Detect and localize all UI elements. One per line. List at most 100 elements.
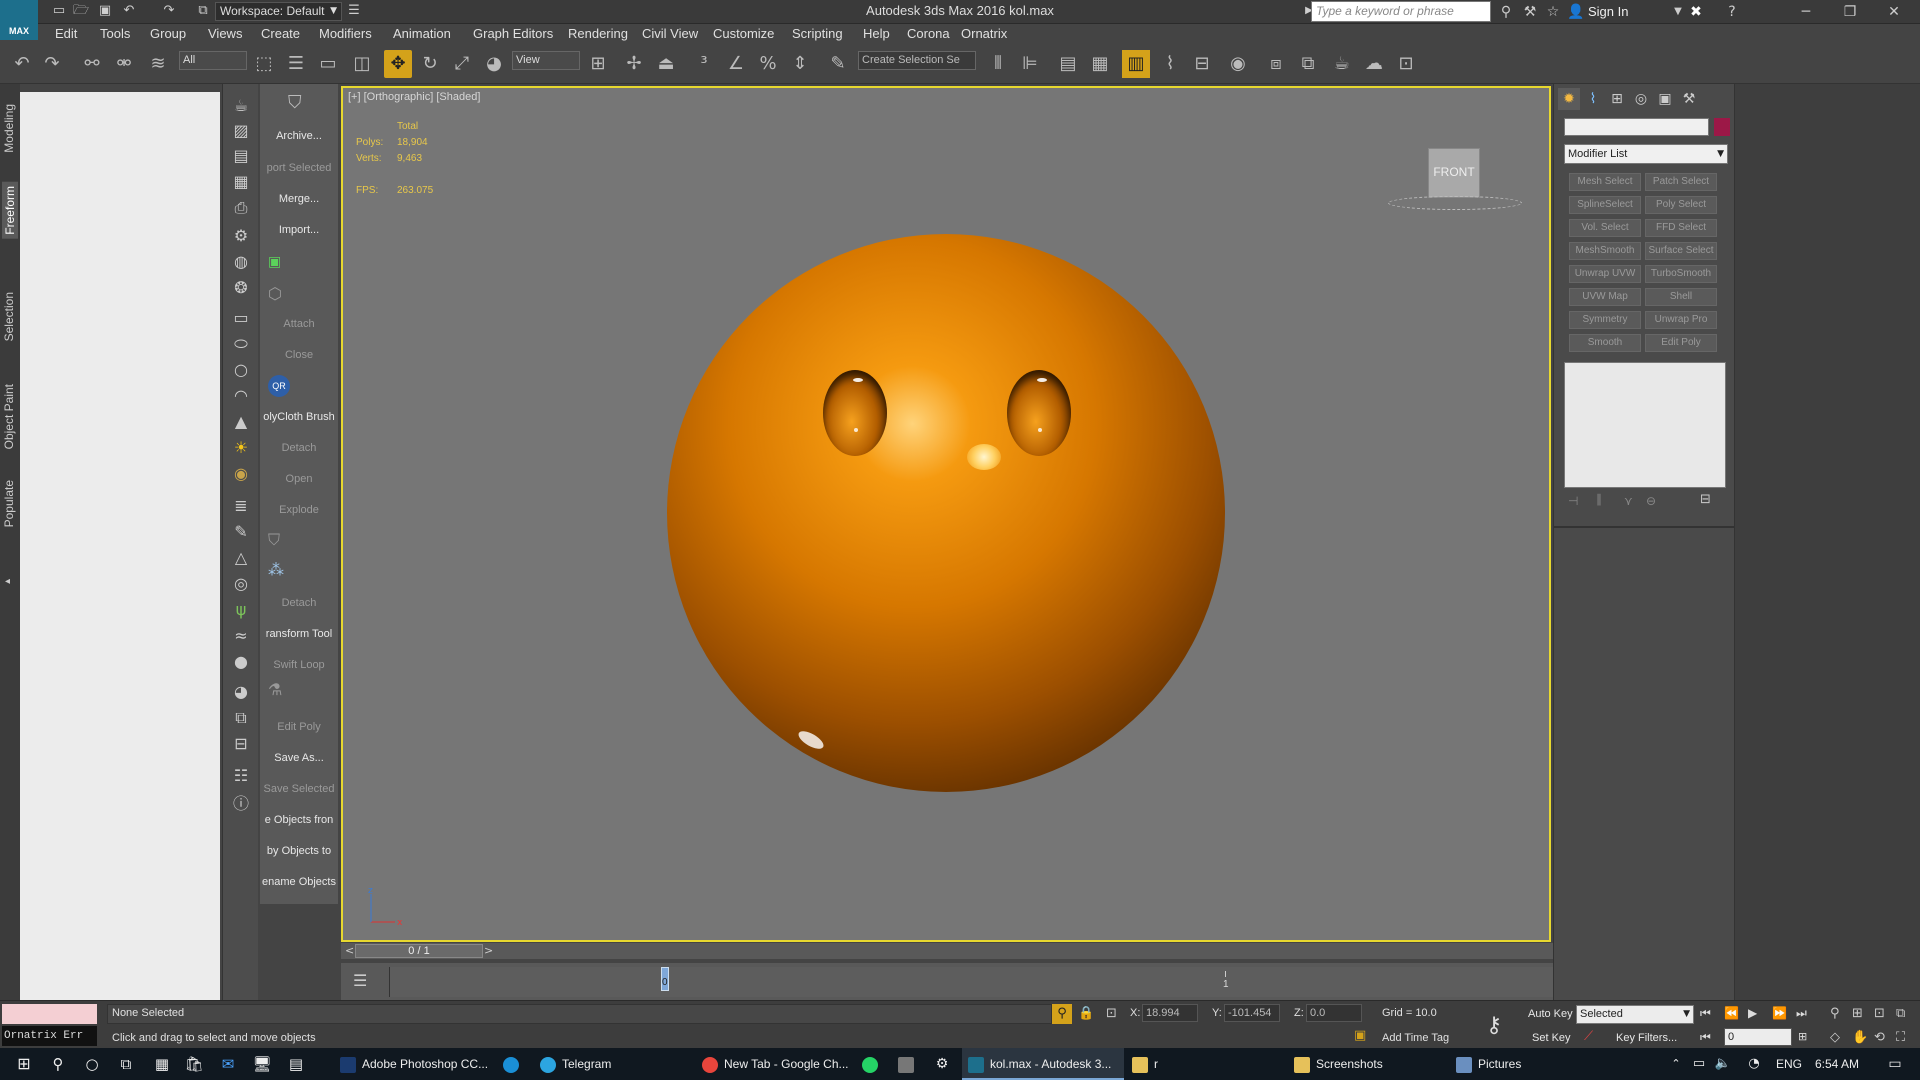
cylinder-icon[interactable]: ◍ bbox=[228, 250, 254, 274]
material-editor-icon[interactable]: ◉ bbox=[1224, 50, 1252, 78]
exchange-icon[interactable]: ✖ bbox=[1686, 2, 1706, 22]
file-list-icon[interactable]: ▤ bbox=[228, 144, 254, 168]
binoculars-icon[interactable]: ⚲ bbox=[1496, 2, 1516, 22]
import-button[interactable]: Import... bbox=[260, 224, 338, 236]
menu-help[interactable]: Help bbox=[863, 26, 890, 41]
modify-tab-icon[interactable]: ⌇ bbox=[1582, 88, 1604, 110]
detach-button[interactable]: Detach bbox=[260, 442, 338, 454]
help-circle-icon[interactable]: ⓘ bbox=[228, 792, 254, 816]
symmetry-button[interactable]: Symmetry bbox=[1569, 311, 1641, 329]
save-as-button[interactable]: Save As... bbox=[260, 752, 338, 764]
percent-snap-icon[interactable]: % bbox=[754, 50, 782, 78]
taskbar-pictures[interactable]: Pictures bbox=[1450, 1048, 1610, 1080]
star-icon[interactable]: ☆ bbox=[1543, 2, 1563, 22]
named-selection-dropdown[interactable]: Create Selection Se bbox=[858, 51, 976, 70]
taskbar-photoshop[interactable]: Adobe Photoshop CC... bbox=[334, 1048, 496, 1080]
object-color-swatch[interactable] bbox=[1714, 118, 1730, 136]
menu-civil-view[interactable]: Civil View bbox=[642, 26, 698, 41]
surface-select-button[interactable]: Surface Select bbox=[1645, 242, 1717, 260]
unwrap-uvw-button[interactable]: Unwrap UVW bbox=[1569, 265, 1641, 283]
calculator-icon[interactable]: ▦ bbox=[148, 1048, 176, 1080]
key-mode-toggle-icon[interactable]: ⏮ bbox=[1700, 1030, 1711, 1045]
taskbar-chrome[interactable]: New Tab - Google Ch... bbox=[696, 1048, 856, 1080]
add-time-tag-button[interactable]: Add Time Tag bbox=[1382, 1032, 1449, 1044]
align-icon[interactable]: ⊫ bbox=[1016, 50, 1044, 78]
open-button[interactable]: Open bbox=[260, 473, 338, 485]
restore-icon[interactable]: ❐ bbox=[1840, 2, 1860, 22]
smooth-button[interactable]: Smooth bbox=[1569, 334, 1641, 352]
remove-modifier-icon[interactable]: ⊖ bbox=[1646, 494, 1656, 508]
app-icon[interactable]: ▤ bbox=[282, 1048, 310, 1080]
help-icon[interactable]: ? bbox=[1722, 2, 1742, 22]
motion-tab-icon[interactable]: ◎ bbox=[1630, 88, 1652, 110]
close-icon[interactable]: ✕ bbox=[1884, 2, 1904, 22]
schematic-view-icon[interactable]: ⊟ bbox=[1188, 50, 1216, 78]
tab-modeling[interactable]: Modeling bbox=[2, 104, 16, 153]
figure-icon[interactable]: ❂ bbox=[228, 276, 254, 300]
toggle-ribbon-icon[interactable]: ▥ bbox=[1122, 50, 1150, 78]
menu-graph-editors[interactable]: Graph Editors bbox=[473, 26, 553, 41]
explode-button[interactable]: Explode bbox=[260, 504, 338, 516]
time-slider-thumb[interactable]: 0 / 1 bbox=[355, 944, 483, 958]
bind-spacewarp-icon[interactable]: ≋ bbox=[144, 50, 172, 78]
taskbar-3dsmax[interactable]: kol.max - Autodesk 3... bbox=[962, 1048, 1124, 1080]
zoom-extents-all-icon[interactable]: ⧉ bbox=[1896, 1006, 1905, 1021]
camera-icon[interactable]: ⎙ bbox=[228, 196, 254, 220]
menu-modifiers[interactable]: Modifiers bbox=[319, 26, 372, 41]
ribbon-expand-icon[interactable]: ◂ bbox=[5, 576, 10, 587]
window-crossing-icon[interactable]: ◫ bbox=[348, 50, 376, 78]
merge-objects-button[interactable]: e Objects fron bbox=[260, 814, 338, 826]
maxscript-listener-output[interactable]: Ornatrix Err bbox=[2, 1026, 97, 1046]
select-object-icon[interactable]: ⬚ bbox=[250, 50, 278, 78]
search-input[interactable]: Type a keyword or phrase bbox=[1311, 1, 1491, 22]
pyramid-icon[interactable]: △ bbox=[228, 546, 254, 570]
task-view-icon[interactable]: ⧉ bbox=[110, 1048, 142, 1080]
previous-frame-icon[interactable]: ⏪ bbox=[1724, 1006, 1739, 1020]
track-area[interactable] bbox=[389, 967, 1554, 997]
reference-coordinate-dropdown[interactable]: View bbox=[512, 51, 580, 70]
taskbar-screenshots[interactable]: Screenshots bbox=[1288, 1048, 1448, 1080]
tab-freeform[interactable]: Freeform bbox=[2, 182, 18, 239]
polycloth-brush-button[interactable]: olyCloth Brush bbox=[260, 411, 338, 423]
modifier-list-dropdown[interactable]: Modifier List ▼ bbox=[1564, 144, 1728, 164]
dots-icon[interactable]: ⁂ bbox=[268, 560, 284, 579]
pivot-center-icon[interactable]: ⊞ bbox=[584, 50, 612, 78]
mail-icon[interactable]: ✉ bbox=[214, 1048, 242, 1080]
menu-corona[interactable]: Corona bbox=[907, 26, 950, 41]
blue-sphere-icon[interactable]: ◕ bbox=[228, 680, 254, 704]
zoom-extents-icon[interactable]: ⊡ bbox=[1874, 1006, 1885, 1021]
disc-icon[interactable]: ⬭ bbox=[228, 332, 254, 356]
green-square-icon[interactable]: ▣ bbox=[268, 254, 281, 270]
select-manipulate-icon[interactable]: ✢ bbox=[620, 50, 648, 78]
user-icon[interactable]: 👤 bbox=[1566, 2, 1586, 22]
object-name-field[interactable] bbox=[1564, 118, 1709, 136]
save-selected-button[interactable]: Save Selected bbox=[260, 783, 338, 795]
show-end-result-icon[interactable]: ∥ bbox=[1596, 492, 1602, 506]
default-in-out-tangent-icon[interactable]: ⟋ bbox=[1584, 1029, 1593, 1044]
paint-icon[interactable]: ✎ bbox=[228, 520, 254, 544]
rename-objects-button[interactable]: ename Objects bbox=[260, 876, 338, 888]
viewcube[interactable]: FRONT bbox=[1428, 148, 1480, 198]
render-iterative-icon[interactable]: ☁ bbox=[1360, 50, 1388, 78]
time-slider[interactable]: < 0 / 1 > bbox=[341, 943, 1553, 959]
menu-customize[interactable]: Customize bbox=[713, 26, 774, 41]
shell-button[interactable]: Shell bbox=[1645, 288, 1717, 306]
plane-icon[interactable]: ▭ bbox=[228, 306, 254, 330]
unwrap-pro-button[interactable]: Unwrap Pro bbox=[1645, 311, 1717, 329]
key-selection-set-dropdown[interactable]: Selected ▼ bbox=[1576, 1005, 1694, 1024]
orbit-icon[interactable]: ⟲ bbox=[1874, 1030, 1885, 1045]
export-selected-button[interactable]: port Selected bbox=[260, 162, 338, 174]
rendered-frame-window-icon[interactable]: ⧉ bbox=[1294, 50, 1322, 78]
mirror-icon[interactable]: ⫴ bbox=[984, 50, 1012, 78]
clock[interactable]: 6:54 AM bbox=[1815, 1048, 1859, 1080]
next-frame-icon[interactable]: ⏩ bbox=[1772, 1006, 1787, 1020]
key-icon[interactable]: ⚷ bbox=[1486, 1013, 1502, 1038]
smiley-sphere-object[interactable] bbox=[667, 234, 1225, 792]
rectangular-selection-icon[interactable]: ▭ bbox=[314, 50, 342, 78]
viewport-label[interactable]: [+] [Orthographic] [Shaded] bbox=[348, 91, 480, 103]
play-icon[interactable]: ▶ bbox=[1748, 1006, 1757, 1020]
swift-loop-button[interactable]: Swift Loop bbox=[260, 659, 338, 671]
undo-icon[interactable]: ↶ bbox=[8, 50, 36, 78]
render-in-cloud-icon[interactable]: ⊡ bbox=[1392, 50, 1420, 78]
sphere-icon[interactable]: ○ bbox=[228, 358, 254, 382]
